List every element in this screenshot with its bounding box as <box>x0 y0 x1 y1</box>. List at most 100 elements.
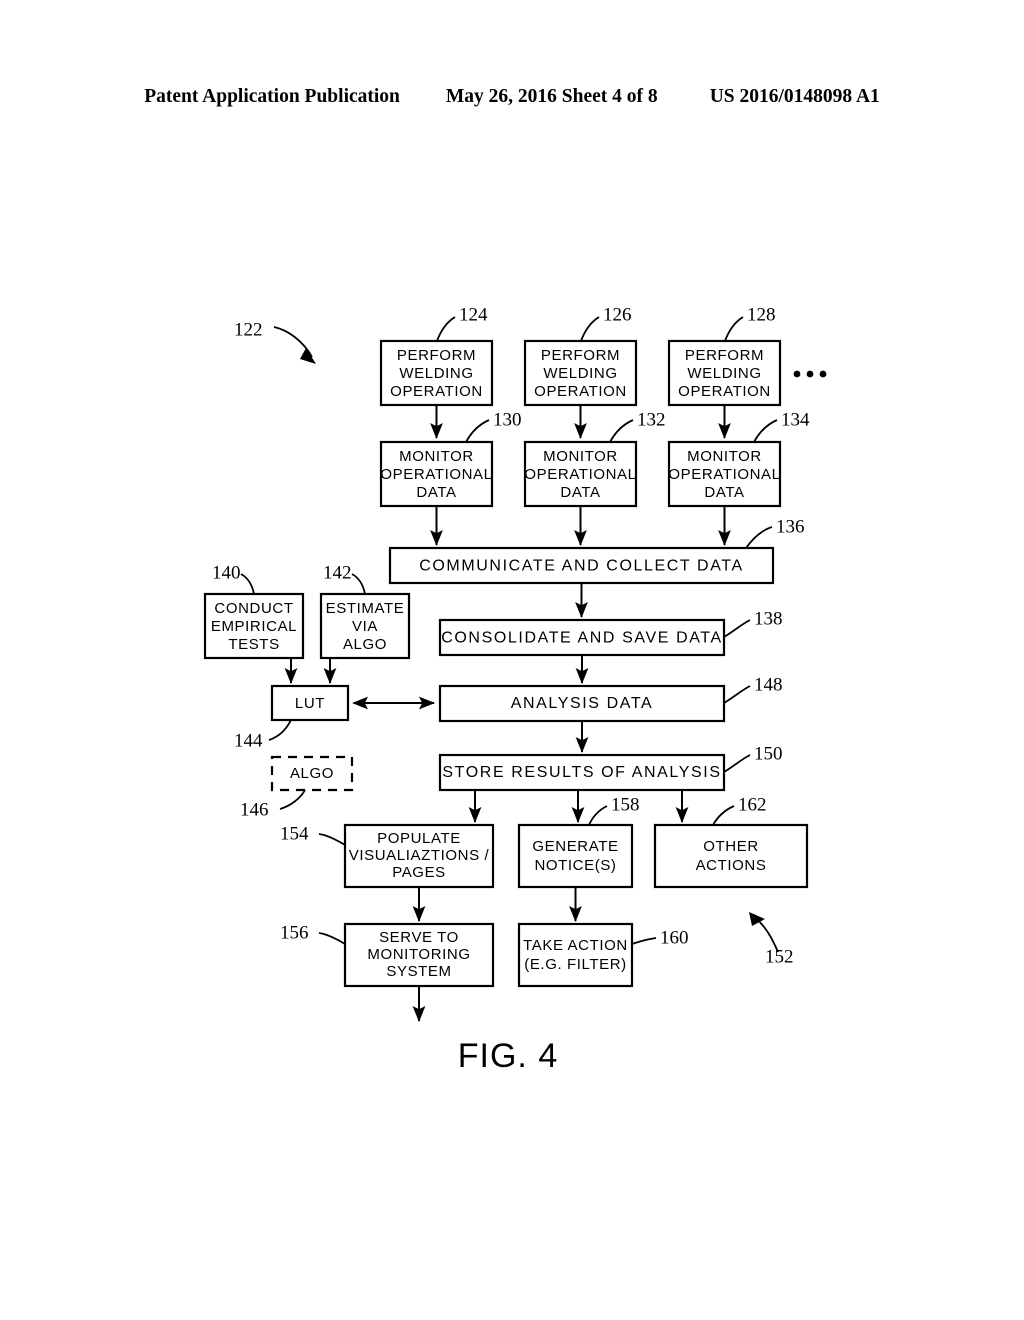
ref-number-160: 160 <box>660 927 689 948</box>
node-label-line-1: OTHER <box>703 838 759 855</box>
ellipsis-dot-3 <box>819 370 827 378</box>
node-label-line-1: PERFORM <box>541 347 620 364</box>
node-label-line-2: OPERATIONAL <box>668 466 780 483</box>
ref-callout-160: 160 <box>631 927 689 948</box>
node-algo[interactable]: ALGO <box>270 755 354 792</box>
ref-callout-126: 126 <box>580 304 632 342</box>
ref-callout-152: 152 <box>749 912 794 967</box>
node-label-line-2: OPERATIONAL <box>380 466 492 483</box>
node-perform-welding-3[interactable]: PERFORM WELDING OPERATION <box>667 339 782 407</box>
node-label-line-3: DATA <box>416 484 456 501</box>
ref-number-138: 138 <box>754 608 783 629</box>
ref-leader-126 <box>580 316 600 342</box>
node-label-line-2: WELDING <box>399 365 473 382</box>
node-label: LUT <box>295 695 325 712</box>
node-label-line-3: ALGO <box>343 636 387 653</box>
node-perform-welding-1[interactable]: PERFORM WELDING OPERATION <box>379 339 494 407</box>
ref-leader-124 <box>436 316 456 342</box>
node-monitor-operational-data-3[interactable]: MONITOR OPERATIONAL DATA <box>667 440 782 508</box>
ref-number-140: 140 <box>212 562 241 583</box>
ref-number-150: 150 <box>754 743 783 764</box>
node-label-line-2: ACTIONS <box>696 857 767 874</box>
node-label-line-1: MONITOR <box>543 448 618 465</box>
node-analysis-data[interactable]: ANALYSIS DATA <box>438 684 726 723</box>
ref-leader-160 <box>631 937 657 945</box>
ref-number-128: 128 <box>747 304 776 325</box>
node-take-action-filter[interactable]: TAKE ACTION (E.G. FILTER) <box>517 922 634 988</box>
ref-number-136: 136 <box>776 516 805 537</box>
ref-leader-136 <box>745 526 773 549</box>
ref-number-162: 162 <box>738 794 767 815</box>
ref-leader-158 <box>588 805 608 826</box>
ref-callout-122: 122 <box>234 319 316 364</box>
ref-leader-138 <box>723 619 751 638</box>
node-label-line-1: ESTIMATE <box>326 600 405 617</box>
ref-number-146: 146 <box>240 799 269 820</box>
node-label-line-3: DATA <box>704 484 744 501</box>
ref-callout-162: 162 <box>712 794 767 826</box>
ref-callout-158: 158 <box>588 794 640 826</box>
node-label-line-3: SYSTEM <box>386 963 451 980</box>
node-monitor-operational-data-2[interactable]: MONITOR OPERATIONAL DATA <box>523 440 638 508</box>
node-label-line-3: TESTS <box>228 636 279 653</box>
node-label: STORE RESULTS OF ANALYSIS <box>442 764 721 781</box>
ref-number-142: 142 <box>323 562 352 583</box>
ref-callout-128: 128 <box>724 304 776 342</box>
node-label-line-2: MONITORING <box>367 946 470 963</box>
ref-number-134: 134 <box>781 409 810 430</box>
node-perform-welding-2[interactable]: PERFORM WELDING OPERATION <box>523 339 638 407</box>
node-label-line-3: DATA <box>560 484 600 501</box>
ellipsis-dot-1 <box>793 370 801 378</box>
node-estimate-via-algo[interactable]: ESTIMATE VIA ALGO <box>319 592 411 660</box>
node-label-line-3: PAGES <box>392 864 446 881</box>
node-other-actions[interactable]: OTHER ACTIONS <box>653 823 809 889</box>
ref-leader-142 <box>351 573 366 595</box>
node-conduct-empirical-tests[interactable]: CONDUCT EMPIRICAL TESTS <box>203 592 305 660</box>
ref-leader-150 <box>723 754 751 773</box>
ref-callout-144: 144 <box>234 719 292 751</box>
node-label-line-1: POPULATE <box>377 830 461 847</box>
node-label-line-1: PERFORM <box>685 347 764 364</box>
node-monitor-operational-data-1[interactable]: MONITOR OPERATIONAL DATA <box>379 440 494 508</box>
node-label-line-1: MONITOR <box>687 448 762 465</box>
ref-number-148: 148 <box>754 674 783 695</box>
node-label-line-3: OPERATION <box>534 383 627 400</box>
patent-figure-page: Patent Application Publication May 26, 2… <box>0 0 1024 1320</box>
ref-callout-148: 148 <box>723 674 783 704</box>
ref-callout-136: 136 <box>745 516 805 549</box>
ref-leader-148 <box>723 685 751 704</box>
ref-callout-156: 156 <box>280 922 346 945</box>
node-label-line-1: GENERATE <box>532 838 618 855</box>
ref-number-130: 130 <box>493 409 522 430</box>
ellipsis-more-operations <box>793 370 827 378</box>
node-label-line-1: PERFORM <box>397 347 476 364</box>
ref-leader-154 <box>318 833 346 846</box>
node-generate-notices[interactable]: GENERATE NOTICE(S) <box>517 823 634 889</box>
ref-arrowhead-152 <box>749 912 765 926</box>
node-label-line-2: OPERATIONAL <box>524 466 636 483</box>
node-label-line-1: TAKE ACTION <box>523 937 628 954</box>
ref-leader-140 <box>240 573 255 595</box>
node-label-line-3: OPERATION <box>678 383 771 400</box>
node-store-results-of-analysis[interactable]: STORE RESULTS OF ANALYSIS <box>438 753 726 792</box>
node-serve-to-monitoring-system[interactable]: SERVE TO MONITORING SYSTEM <box>343 922 495 988</box>
node-consolidate-and-save-data[interactable]: CONSOLIDATE AND SAVE DATA <box>438 618 726 657</box>
node-lut[interactable]: LUT <box>270 684 350 722</box>
node-label: ALGO <box>290 765 334 782</box>
ref-callout-134: 134 <box>753 409 810 443</box>
ref-number-124: 124 <box>459 304 488 325</box>
ref-number-132: 132 <box>637 409 666 430</box>
ref-callout-154: 154 <box>280 823 346 846</box>
ref-number-126: 126 <box>603 304 632 325</box>
ref-callout-146: 146 <box>240 789 306 820</box>
ref-number-154: 154 <box>280 823 309 844</box>
ref-number-152: 152 <box>765 946 794 967</box>
node-label-line-2: VIA <box>352 618 378 635</box>
ref-callout-140: 140 <box>212 562 255 595</box>
node-populate-visualizations-pages[interactable]: POPULATE VISUALIAZTIONS / PAGES <box>343 823 495 889</box>
node-label-line-3: OPERATION <box>390 383 483 400</box>
node-communicate-and-collect-data[interactable]: COMMUNICATE AND COLLECT DATA <box>388 546 775 585</box>
ref-leader-162 <box>712 805 735 826</box>
ref-callout-150: 150 <box>723 743 783 773</box>
figure-caption: FIG. 4 <box>458 1037 558 1075</box>
